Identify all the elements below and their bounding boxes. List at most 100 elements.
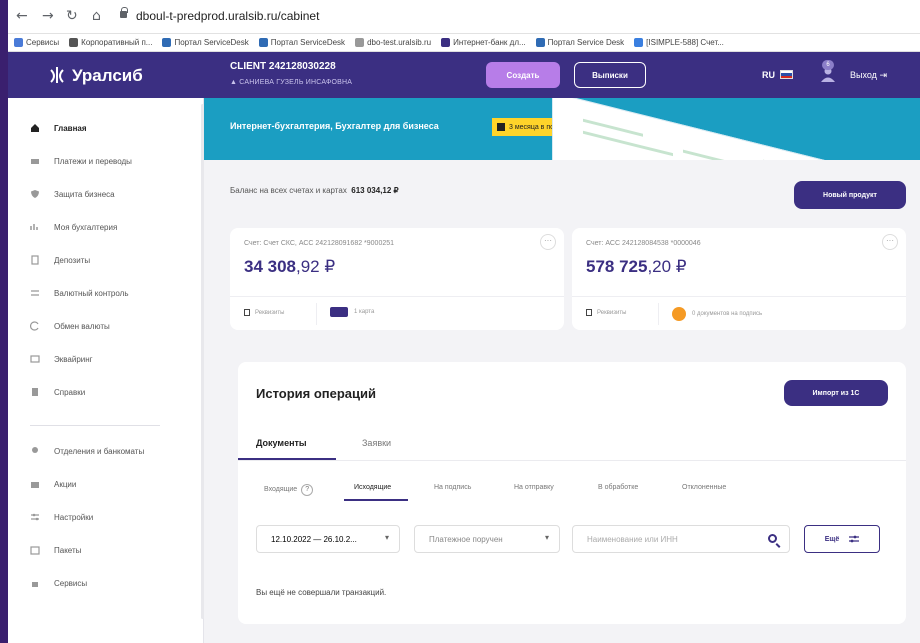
date-range-value: 12.10.2022 — 26.10.2... [271,534,357,544]
subtab-outgoing[interactable]: Исходящие [354,484,391,491]
account-title: Счет: АСС 242128084538 *0000046 [586,240,701,247]
bookmark-item[interactable]: Интернет-банк дл... [441,38,526,47]
services-icon [32,582,38,587]
statements-button[interactable]: Выписки [574,62,646,88]
settings-icon [31,513,39,521]
bookmark-item[interactable]: Портал ServiceDesk [162,38,249,47]
account-title: Счет: Счет СКС, АСС 242128091682 *900025… [244,240,395,247]
history-title: История операций [256,386,377,401]
more-filters-button[interactable]: Ещё [804,525,880,553]
forward-icon[interactable]: → [42,9,54,23]
bookmark-item[interactable]: [ISIMPLE-588] Счет... [634,38,724,47]
requisites-link[interactable]: Реквизиты [586,309,626,316]
account-card[interactable]: Счет: АСС 242128084538 *0000046 ··· 578 … [572,228,906,330]
search-icon[interactable] [768,534,777,543]
bookmarks-bar: Сервисы Корпоративный п... Портал Servic… [8,34,920,52]
bookmark-item[interactable]: dbo-test.uralsib.ru [355,38,431,47]
accounting-icon [30,224,38,230]
new-product-button[interactable]: Новый продукт [794,181,906,209]
active-subtab-indicator [344,499,408,501]
home-icon[interactable]: ⌂ [92,9,101,23]
subtab-incoming[interactable]: Входящие? [264,484,314,496]
browser-window: ← → ↻ ⌂ dboul-t-predprod.uralsib.ru/cabi… [8,0,920,643]
currency-control-icon [31,290,39,296]
back-icon[interactable]: ← [16,9,28,23]
subtab-to-sign[interactable]: На подпись [434,484,471,491]
cards-link[interactable]: 1 карта [330,307,374,317]
flag-ru-icon[interactable] [780,70,793,79]
gift-icon [31,482,39,488]
lock-icon [120,7,128,18]
url-text[interactable]: dboul-t-predprod.uralsib.ru/cabinet [136,9,319,23]
banner-text: Интернет-бухгалтерия, Бухгалтер для бизн… [230,121,439,131]
language-selector[interactable]: RU [762,70,775,80]
sidebar-scrollbar[interactable] [201,104,204,619]
sidebar-item-exchange[interactable]: Обмен валюты [30,319,110,333]
sidebar-item-settings[interactable]: Настройки [30,510,93,524]
client-title[interactable]: CLIENT 242128030228 [230,61,336,72]
bookmark-item[interactable]: Сервисы [14,38,59,47]
requisites-link[interactable]: Реквизиты [244,309,284,316]
certificate-icon [32,388,38,396]
pen-icon [672,307,686,321]
account-balance: 578 725,20 ₽ [586,257,687,276]
document-type-select[interactable]: Платежное поручен ▾ [414,525,560,553]
sidebar-item-promotions[interactable]: Акции [30,477,76,491]
sidebar-divider [30,425,160,426]
logo-text[interactable]: Уралсиб [72,66,143,86]
home-icon [31,124,39,132]
shield-icon [31,190,39,198]
date-range-select[interactable]: 12.10.2022 — 26.10.2... ▾ [256,525,400,553]
sidebar-item-certificates[interactable]: Справки [30,385,85,399]
logout-button[interactable]: Выход ⇥ [850,70,887,81]
deposit-icon [31,255,39,265]
divider [316,303,317,325]
sidebar-item-currency-control[interactable]: Валютный контроль [30,286,128,300]
document-type-value: Платежное поручен [429,534,503,544]
sidebar-item-packages[interactable]: Пакеты [30,543,81,557]
import-1c-button[interactable]: Импорт из 1С [784,380,888,406]
location-icon [32,447,38,453]
sidebar-item-branches[interactable]: Отделения и банкоматы [30,444,144,458]
acquiring-icon [30,355,40,363]
sidebar-item-services[interactable]: Сервисы [30,576,87,590]
documents-to-sign-link[interactable]: 0 документов на подпись [672,307,762,321]
tabs-divider [238,460,906,461]
account-card[interactable]: Счет: Счет СКС, АСС 242128091682 *900025… [230,228,564,330]
promo-banner[interactable]: Интернет-бухгалтерия, Бухгалтер для бизн… [204,98,920,160]
sidebar: Главная Платежи и переводы Защита бизнес… [8,98,204,643]
search-input[interactable]: Наименование или ИНН [572,525,790,553]
more-options-icon[interactable]: ··· [882,234,898,250]
uralsib-logo-icon [50,67,64,83]
sidebar-item-acquiring[interactable]: Эквайринг [30,352,93,366]
subtab-processing[interactable]: В обработке [598,484,638,491]
sidebar-item-accounting[interactable]: Моя бухгалтерия [30,220,117,234]
sidebar-item-payments[interactable]: Платежи и переводы [30,154,132,168]
address-bar: ← → ↻ ⌂ dboul-t-predprod.uralsib.ru/cabi… [8,0,920,34]
account-card-footer: Реквизиты 1 карта [230,296,564,330]
more-options-icon[interactable]: ··· [540,234,556,250]
sidebar-item-deposits[interactable]: Депозиты [30,253,90,267]
payments-icon [31,159,39,164]
bookmark-item[interactable]: Портал ServiceDesk [258,38,345,47]
tab-requests[interactable]: Заявки [362,438,391,448]
notification-badge: 6 [822,60,834,70]
bookmark-item[interactable]: Корпоративный п... [69,38,152,47]
subtab-rejected[interactable]: Отклоненные [682,484,726,491]
chevron-down-icon: ▾ [544,533,549,542]
bookmark-item[interactable]: Портал Service Desk [535,38,624,47]
gift-icon [497,123,505,131]
search-placeholder: Наименование или ИНН [587,534,678,544]
help-icon[interactable]: ? [301,484,314,496]
tab-documents[interactable]: Документы [256,438,307,448]
filter-icon [849,535,860,543]
create-button[interactable]: Создать [486,62,560,88]
sidebar-item-business-protection[interactable]: Защита бизнеса [30,187,115,201]
reload-icon[interactable]: ↻ [66,9,78,23]
subtab-to-send[interactable]: На отправку [514,484,554,491]
sidebar-item-home[interactable]: Главная [30,121,87,135]
account-card-footer: Реквизиты 0 документов на подпись [572,296,906,330]
card-icon [330,307,348,317]
account-balance: 34 308,92 ₽ [244,257,336,276]
chevron-down-icon: ▾ [384,533,389,542]
